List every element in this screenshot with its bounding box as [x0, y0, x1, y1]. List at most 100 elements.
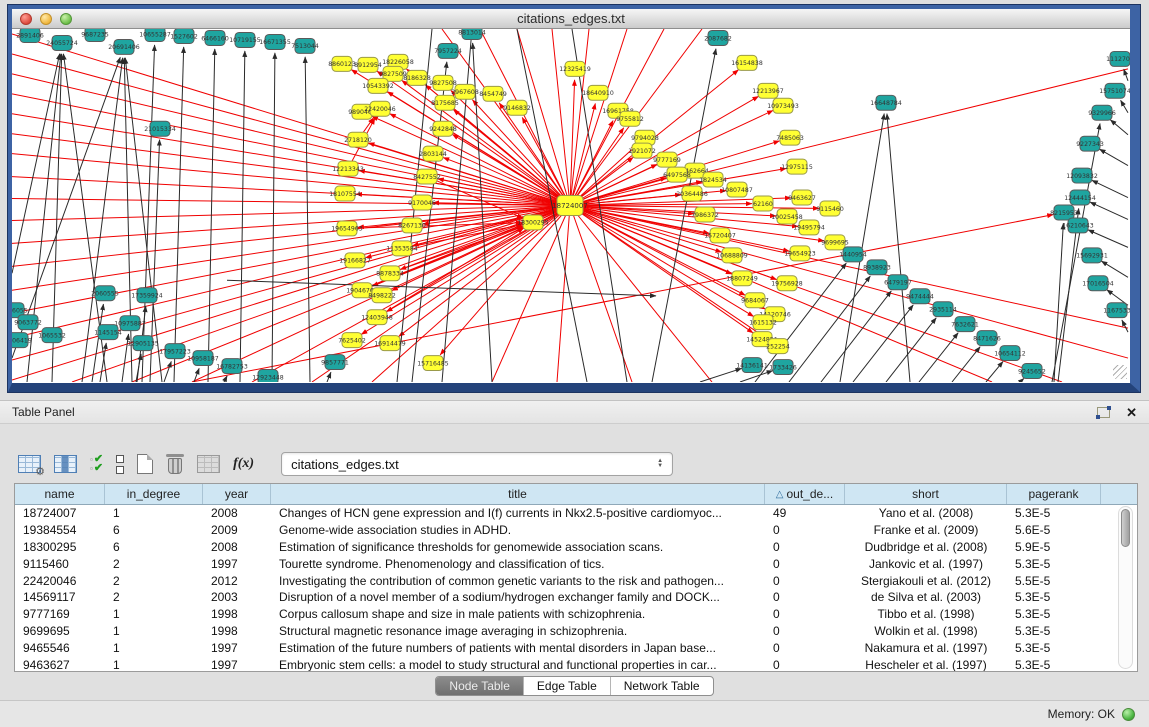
graph-node-label: 9227343 [1076, 141, 1104, 148]
window-titlebar[interactable]: citations_edges.txt [12, 9, 1130, 29]
graph-node-label: 1167533 [1103, 308, 1130, 315]
tab-node-table[interactable]: Node Table [436, 677, 523, 695]
column-header-year[interactable]: year [203, 484, 271, 504]
tab-network-table[interactable]: Network Table [610, 677, 713, 695]
table-cell: 2 [105, 574, 203, 588]
table-cell: 0 [765, 540, 845, 554]
graph-node-label: 9474444 [906, 294, 934, 301]
table-scrollbar-thumb[interactable] [1121, 509, 1130, 547]
graph-node-label: 8878334 [376, 271, 404, 278]
graph-node-label: 11353584 [386, 246, 418, 253]
column-header-in-degree[interactable]: in_degree [105, 484, 203, 504]
table-row[interactable]: 977716911998Corpus callosum shape and si… [15, 606, 1137, 623]
network-canvas[interactable]: 1872400718300295886012389129541822605898… [12, 29, 1130, 382]
table-row[interactable]: 946554611997Estimation of the future num… [15, 639, 1137, 656]
table-row[interactable]: 969969511998Structural magnetic resonanc… [15, 623, 1137, 640]
table-cell: 1 [105, 506, 203, 520]
table-cell: 2003 [203, 590, 271, 604]
table-selector-dropdown[interactable]: citations_edges.txt ▲▼ [281, 452, 673, 476]
table-row[interactable]: 911546021997Tourette syndrome. Phenomeno… [15, 555, 1137, 572]
graph-node-label: 2087682 [704, 35, 732, 42]
column-header-pagerank[interactable]: pagerank [1007, 484, 1101, 504]
function-builder-button[interactable]: f(x) [233, 456, 254, 472]
table-cell: 5.3E-5 [1007, 557, 1101, 571]
canvas-resize-grip[interactable] [1113, 365, 1127, 379]
network-graph-svg[interactable]: 1872400718300295886012389129541822605898… [12, 29, 1130, 382]
graph-node-label: 1306055 [12, 308, 28, 315]
table-row[interactable]: 1938455462009Genome-wide association stu… [15, 522, 1137, 539]
table-cell: 6 [105, 523, 203, 537]
table-settings-button[interactable]: ⚙ [18, 455, 41, 473]
table-scrollbar[interactable] [1118, 506, 1133, 669]
graph-node-label: 15716485 [417, 360, 449, 367]
table-row[interactable]: 1456911722003Disruption of a novel membe… [15, 589, 1137, 606]
table-cell: 1 [105, 658, 203, 672]
graph-node-label: 9146832 [503, 105, 531, 112]
graph-node-label: 8267130 [398, 223, 426, 230]
graph-node-label: 8938923 [863, 265, 891, 272]
graph-node-label: 10958187 [187, 355, 219, 362]
select-rows-button[interactable]: ✔✔ [90, 455, 103, 473]
table-cell: 5.3E-5 [1007, 641, 1101, 655]
table-cell: 0 [765, 607, 845, 621]
row-layout-button[interactable] [116, 455, 124, 474]
table-cell: 2009 [203, 523, 271, 537]
window-title: citations_edges.txt [12, 11, 1130, 26]
graph-node-label: 17016504 [1082, 281, 1114, 288]
graph-node-label: 19654923 [784, 251, 816, 258]
table-cell: 2 [105, 557, 203, 571]
table-cell: 9463627 [15, 658, 105, 672]
trash-icon [166, 453, 184, 475]
table-cell: Stergiakouli et al. (2012) [845, 574, 1007, 588]
function-icon: f(x) [233, 456, 254, 472]
minimize-window-button[interactable] [40, 13, 52, 25]
graph-node-label: 10025458 [771, 214, 803, 221]
graph-node-label: 10654112 [994, 350, 1026, 357]
table-cell: 0 [765, 658, 845, 672]
new-table-button[interactable] [137, 454, 153, 474]
close-panel-icon[interactable]: ✕ [1126, 406, 1137, 419]
zoom-window-button[interactable] [60, 13, 72, 25]
new-document-icon [137, 454, 153, 474]
table-panel-title: Table Panel [12, 405, 1097, 419]
graph-node-label: 6466160 [201, 35, 229, 42]
table-cell: Hescheler et al. (1997) [845, 658, 1007, 672]
table-cell: Estimation of significance thresholds fo… [271, 540, 765, 554]
column-header-name[interactable]: name [15, 484, 105, 504]
graph-node-label: 8175685 [431, 100, 459, 107]
table-cell: 19384554 [15, 523, 105, 537]
table-cell: 0 [765, 590, 845, 604]
table-cell: 0 [765, 557, 845, 571]
column-header-out-de-[interactable]: △out_de... [765, 484, 845, 504]
graph-node-label: 16671355 [259, 39, 291, 46]
graph-node-label: 9242848 [429, 126, 457, 133]
graph-node-label: 1527602 [170, 33, 198, 40]
tab-edge-table[interactable]: Edge Table [523, 677, 610, 695]
graph-node-label: 19756928 [771, 281, 803, 288]
table-cell: 1998 [203, 607, 271, 621]
table-row[interactable]: 1830029562008Estimation of significance … [15, 539, 1137, 556]
graph-node-label: 9827508 [429, 80, 457, 87]
delete-button[interactable] [166, 453, 184, 475]
graph-node-label: 9699695 [821, 240, 849, 247]
select-column-button[interactable] [54, 455, 77, 473]
graph-node-label: 9245652 [1018, 368, 1046, 375]
table-toolbar: ⚙ ✔✔ f(x) citations_edges.txt ▲▼ [0, 424, 1149, 482]
graph-node-label: 22420046 [364, 106, 396, 113]
column-header-short[interactable]: short [845, 484, 1007, 504]
column-header-title[interactable]: title [271, 484, 765, 504]
graph-node-label: 16914479 [374, 340, 406, 347]
graph-node-label: 12923448 [252, 374, 284, 381]
graph-node-label: 10655287 [139, 31, 171, 38]
graph-node-label: 10807487 [721, 187, 753, 194]
table-row[interactable]: 946362711997Embryonic stem cells: a mode… [15, 656, 1137, 672]
graph-node-label: 12325419 [559, 66, 591, 73]
graph-node-label: 17957223 [159, 348, 191, 355]
table-row[interactable]: 2242004622012Investigating the contribut… [15, 572, 1137, 589]
table-cell: 14569117 [15, 590, 105, 604]
table-cell: Genome-wide association studies in ADHD. [271, 523, 765, 537]
close-window-button[interactable] [20, 13, 32, 25]
table-cell: 9777169 [15, 607, 105, 621]
float-panel-icon[interactable] [1097, 407, 1110, 418]
table-row[interactable]: 1872400712008Changes of HCN gene express… [15, 505, 1137, 522]
